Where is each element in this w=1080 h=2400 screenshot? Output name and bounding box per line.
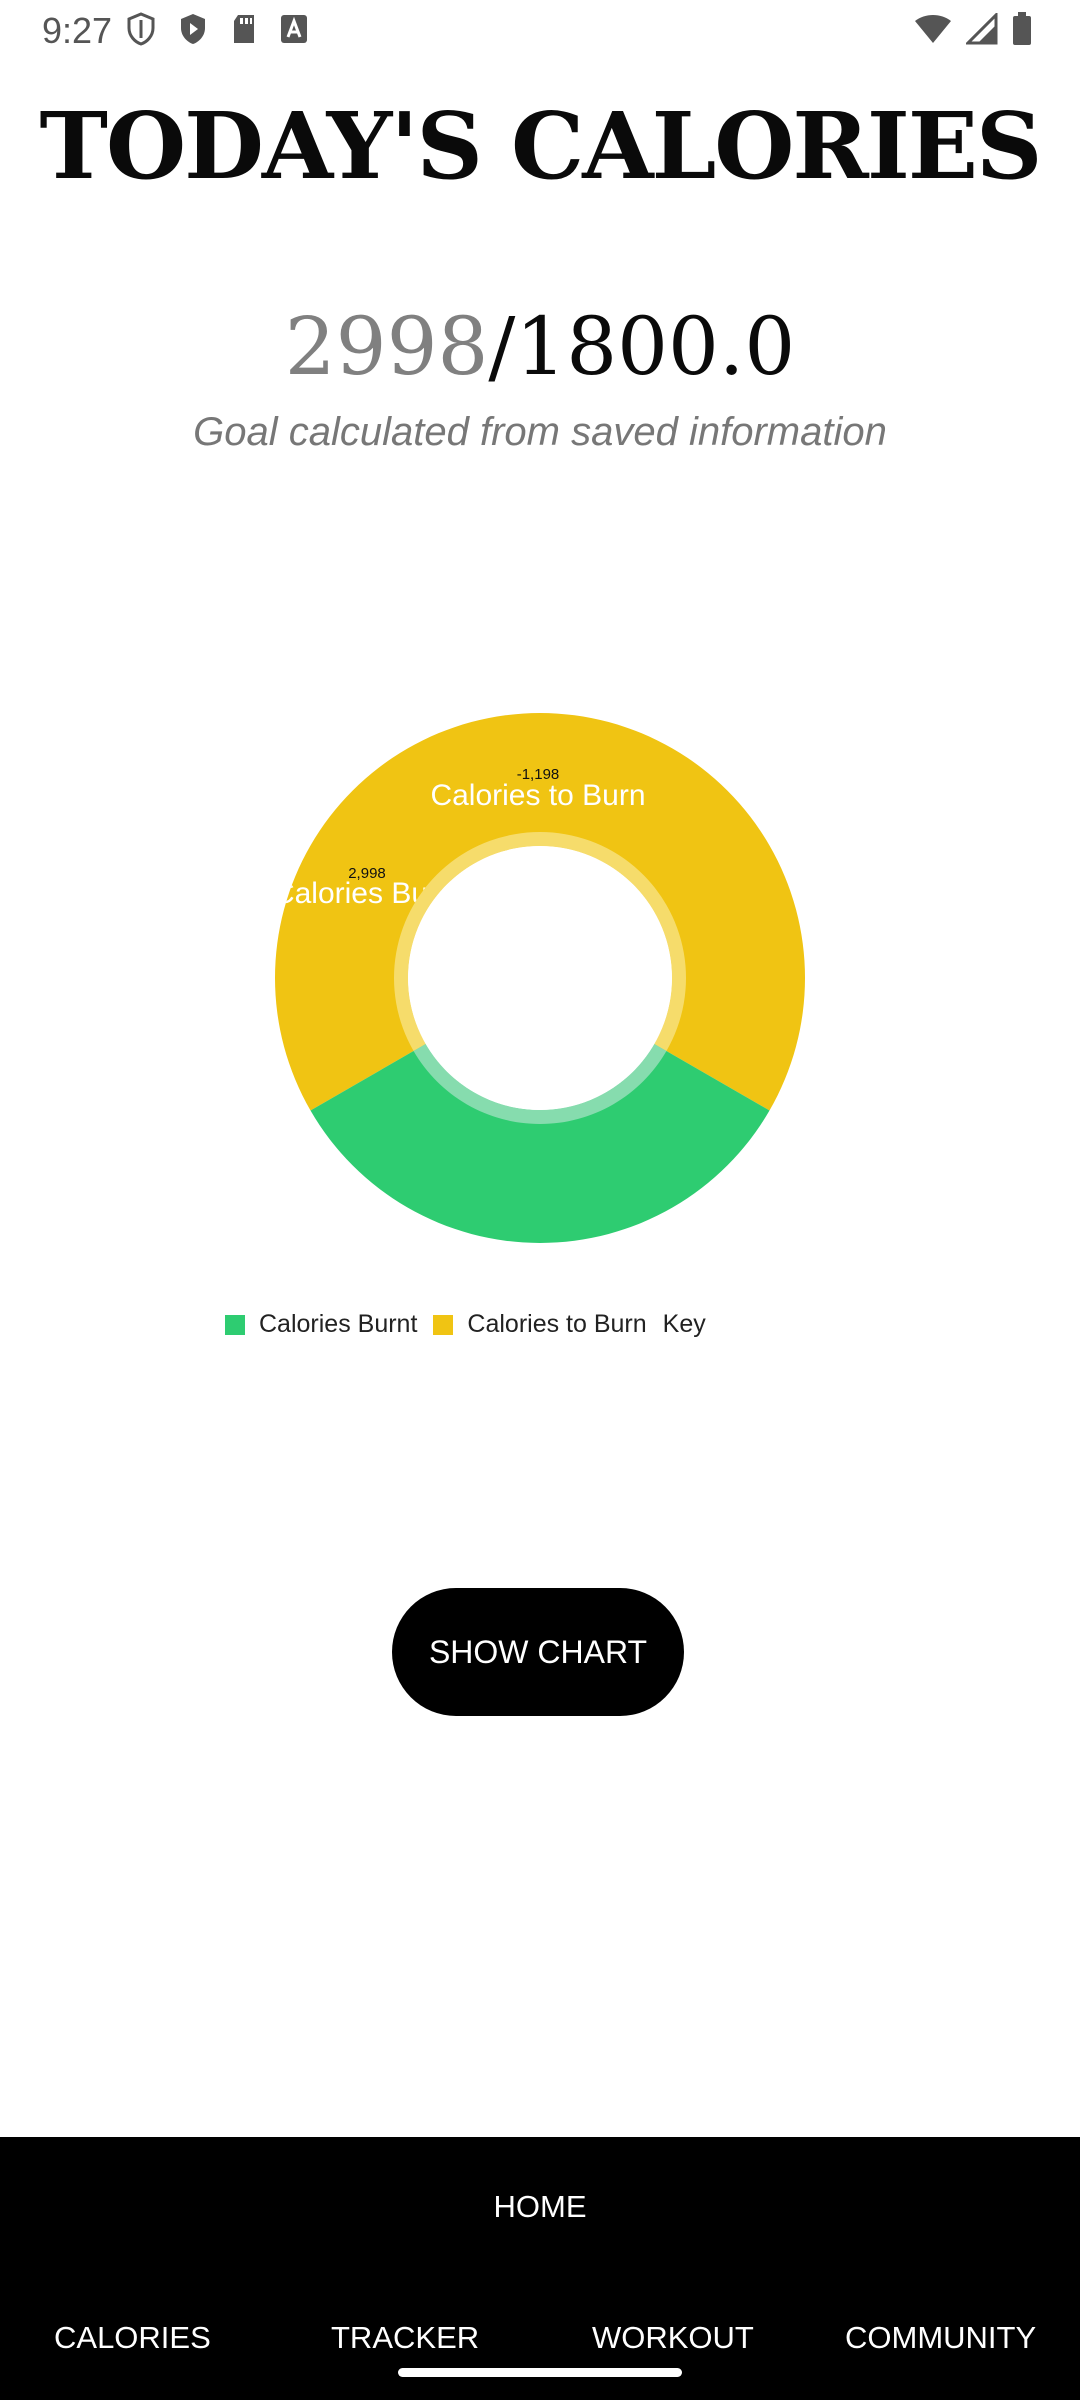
legend-key-label: Key — [662, 1310, 706, 1338]
cell-signal-icon — [966, 13, 998, 45]
gesture-handle[interactable] — [398, 2368, 682, 2377]
sd-card-icon — [230, 13, 258, 45]
slice-label-to-burn: Calories to Burn — [430, 779, 645, 812]
status-icons-right — [914, 12, 1032, 46]
slice-value-to-burn: -1,198 — [517, 766, 560, 783]
calorie-summary: 2998/1800.0 — [0, 300, 1080, 393]
calories-separator: / — [488, 300, 516, 393]
calories-consumed: 2998 — [284, 300, 489, 393]
nav-item-calories[interactable]: CALORIES — [54, 2320, 211, 2356]
nav-item-workout[interactable]: WORKOUT — [592, 2320, 754, 2356]
legend-item-to-burn[interactable]: Calories to Burn — [433, 1310, 647, 1339]
page-title: TODAY'S CALORIES — [39, 92, 1043, 200]
status-icons-left — [126, 12, 308, 46]
legend-label-burnt: Calories Burnt — [259, 1310, 418, 1338]
legend-swatch-to-burn — [433, 1314, 454, 1335]
legend-item-burnt[interactable]: Calories Burnt — [225, 1310, 417, 1339]
shield-icon — [126, 12, 156, 46]
wifi-icon — [914, 13, 952, 45]
slice-value-burnt: 2,998 — [348, 865, 386, 882]
goal-note: Goal calculated from saved information — [193, 410, 887, 454]
nav-item-community[interactable]: COMMUNITY — [845, 2320, 1036, 2356]
font-a-icon — [280, 14, 308, 44]
status-time: 9:27 — [42, 10, 113, 51]
legend-swatch-burnt — [225, 1314, 245, 1335]
bottom-navigation: HOME CALORIES TRACKER WORKOUT COMMUNITY — [0, 2137, 1080, 2400]
calorie-donut-chart: Calories to Burn -1,198 Calories Burnt 2,99… — [0, 690, 1080, 1290]
nav-home[interactable]: HOME — [0, 2189, 1080, 2225]
nav-item-tracker[interactable]: TRACKER — [331, 2320, 479, 2356]
donut-chart-svg: Calories to Burn-1,198Calories Burnt2,99… — [274, 713, 805, 1243]
donut-hole — [408, 846, 672, 1110]
calories-goal: 1800.0 — [515, 300, 796, 393]
play-shield-icon — [178, 12, 208, 46]
show-chart-button[interactable]: SHOW CHART — [392, 1588, 684, 1716]
status-bar: 9:27 — [0, 0, 1080, 62]
battery-icon — [1012, 12, 1032, 46]
legend-label-to-burn: Calories to Burn — [467, 1310, 647, 1338]
chart-legend: Calories Burnt Calories to Burn Key — [225, 1310, 706, 1339]
